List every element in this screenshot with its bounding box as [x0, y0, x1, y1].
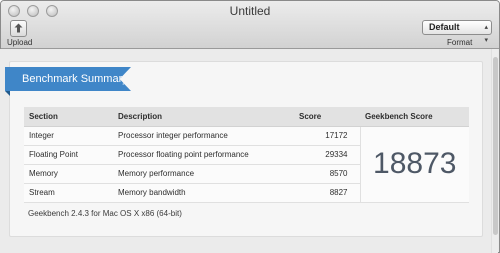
header-description: Description: [113, 107, 294, 127]
row-description: Processor floating point performance: [113, 145, 294, 165]
row-description: Memory bandwidth: [113, 183, 294, 203]
version-footer: Geekbench 2.4.3 for Mac OS X x86 (64-bit…: [28, 209, 182, 218]
benchmark-summary-ribbon: Benchmark Summary: [5, 67, 131, 91]
upload-label: Upload: [7, 38, 33, 47]
format-dropdown[interactable]: Default ▴ ▾: [422, 20, 492, 44]
row-description: Processor integer performance: [113, 126, 294, 146]
header-score: Score: [294, 107, 360, 127]
dropdown-arrows-icon: ▴ ▾: [484, 24, 488, 44]
row-score: 29334: [294, 145, 360, 165]
scroll-thumb[interactable]: [493, 57, 498, 235]
format-label: Format: [447, 38, 473, 47]
header-geekbench-score: Geekbench Score: [360, 107, 469, 127]
geekbench-score-value: 18873: [359, 126, 469, 203]
format-dropdown-value: Default: [429, 22, 460, 32]
row-section: Integer: [24, 126, 113, 146]
row-score: 17172: [294, 126, 360, 146]
header-section: Section: [24, 107, 113, 127]
ribbon-fold: [5, 91, 10, 96]
row-score: 8570: [294, 164, 360, 184]
row-section: Floating Point: [24, 145, 113, 165]
table-header-row: Section Description Score Geekbench Scor…: [24, 107, 469, 127]
window-title: Untitled: [229, 4, 271, 18]
vertical-scrollbar[interactable]: [491, 49, 498, 253]
table-row: Integer Processor integer performance 17…: [24, 126, 469, 203]
upload-button[interactable]: [10, 20, 27, 37]
row-section: Memory: [24, 164, 113, 184]
row-description: Memory performance: [113, 164, 294, 184]
toolbar: Untitled Upload Default ▴ ▾ Format: [1, 1, 499, 49]
row-score: 8827: [294, 183, 360, 203]
benchmark-table: Section Description Score Geekbench Scor…: [24, 107, 469, 203]
upload-arrow-icon: [14, 20, 23, 38]
row-section: Stream: [24, 183, 113, 203]
